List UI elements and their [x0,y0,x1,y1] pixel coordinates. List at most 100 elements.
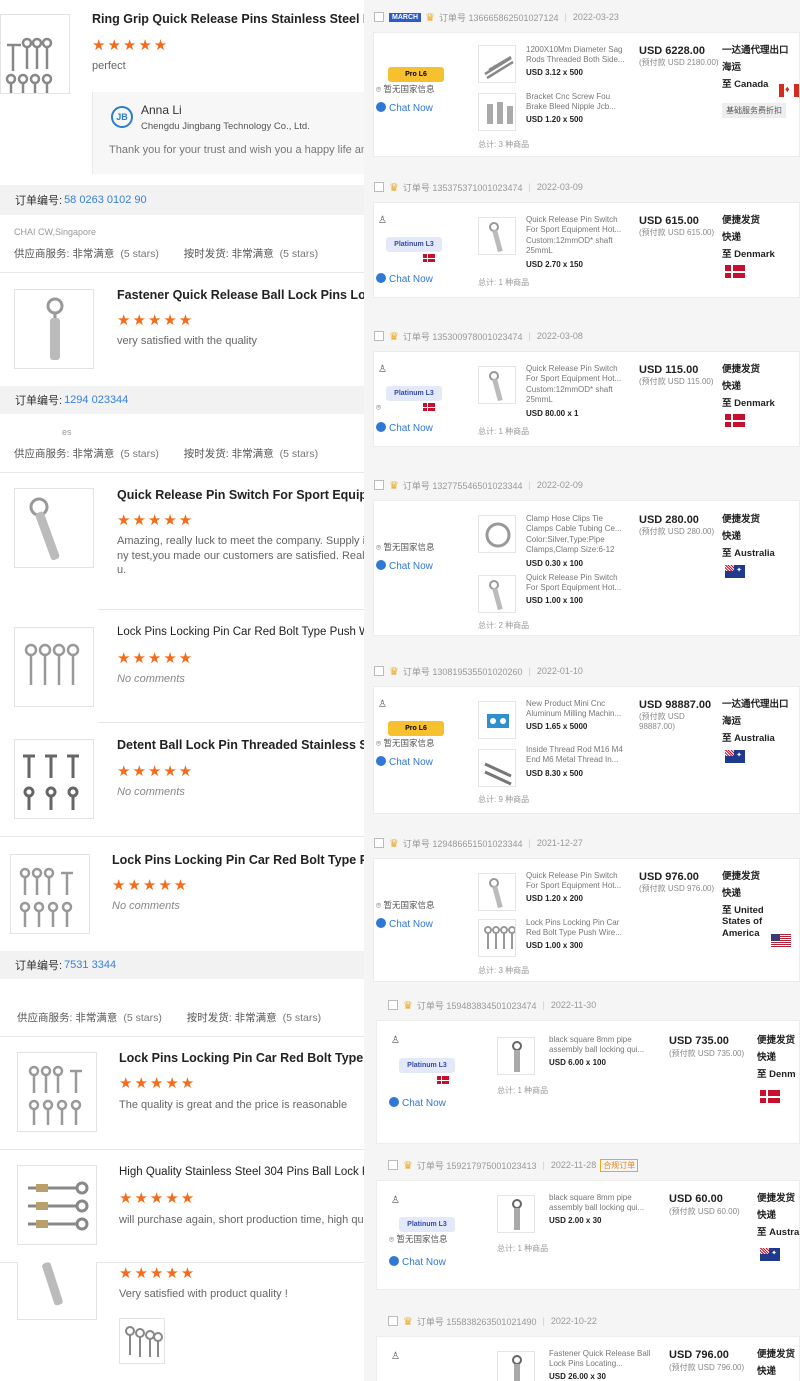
review-product-title[interactable]: High Quality Stainless Steel 304 Pins Ba… [119,1166,364,1178]
order-checkbox[interactable] [388,1000,398,1010]
review-product-title[interactable]: Lock Pins Locking Pin Car Red Bolt Type … [117,626,364,638]
order-header: ♛ 订单号 129486651501023344 | 2021-12-27 [364,828,800,858]
chat-now-link[interactable]: Chat Now [389,1097,446,1109]
item-image[interactable] [478,919,516,957]
rating-stars: ★★★★★ [119,1075,197,1092]
item-name[interactable]: Quick Release Pin Switch For Sport Equip… [526,364,628,384]
item-name[interactable]: Lock Pins Locking Pin Car Red Bolt Type … [526,918,628,938]
product-thumbnail[interactable] [17,1165,97,1245]
order-number[interactable]: 订单号 155838263501021490 [417,1315,537,1328]
buyer-location: CHAI CW,Singapore [14,227,97,237]
service-fee-discount-button[interactable]: 基础服务费折扣 [722,103,786,118]
user-icon: ♙ [391,1035,400,1046]
chat-now-link[interactable]: Chat Now [389,1256,446,1268]
order-number-link[interactable]: 7531 3344 [64,959,116,971]
review-product-title[interactable]: Lock Pins Locking Pin Car Red Bolt Type … [119,1051,364,1065]
review-product-title[interactable]: Ring Grip Quick Release Pins Stainless S… [92,12,364,26]
item-image[interactable] [497,1351,535,1381]
item-name[interactable]: Quick Release Pin Switch For Sport Equip… [526,871,628,891]
item-image[interactable] [478,873,516,911]
order-number[interactable]: 订单号 136665862501027124 [439,11,559,24]
item-image[interactable] [478,749,516,787]
order-header: MARCH ♛ 订单号 136665862501027124 | 2022-03-… [364,2,800,32]
lock-pins-image [19,867,73,927]
item-name[interactable]: black square 8mm pipe assembly ball lock… [549,1193,659,1213]
item-name[interactable]: Fastener Quick Release Ball Lock Pins Lo… [549,1349,659,1369]
lock-pins-image [28,1065,82,1125]
quick-release-pin-image [42,1262,63,1306]
product-thumbnail[interactable] [14,488,94,568]
order-number[interactable]: 订单号 159483834501023474 [417,999,537,1012]
item-name[interactable]: Quick Release Pin Switch For Sport Equip… [526,215,628,235]
user-icon: ♙ [391,1351,400,1362]
item-name[interactable]: black square 8mm pipe assembly ball lock… [549,1035,659,1055]
product-thumbnail[interactable] [10,854,90,934]
item-image[interactable] [478,217,516,255]
item-image[interactable] [478,93,516,131]
order-number[interactable]: 订单号 132775546501023344 [403,479,523,492]
detent-pins-image [23,754,79,810]
crown-icon: ♛ [389,330,399,343]
order-date: 2022-11-28 [550,1160,597,1170]
item-name[interactable]: Clamp Hose Clips Tie Clamps Cable Tubing… [526,514,628,534]
order-checkbox[interactable] [388,1316,398,1326]
item-image[interactable] [478,515,516,553]
crown-icon: ♛ [389,837,399,850]
order-checkbox[interactable] [374,331,384,341]
quick-release-pin-image [489,580,503,611]
denmark-flag-icon [423,403,435,411]
item-name[interactable]: Inside Thread Rod M16 M4 End M6 Metal Th… [526,745,628,765]
review-product-title[interactable]: Quick Release Pin Switch For Sport Equip… [117,488,364,502]
rating-summary: 供应商服务: 非常满意 (5 stars) 按时发货: 非常满意 (5 stars) [14,248,319,260]
chat-now-link[interactable]: Chat Now [376,273,433,285]
product-thumbnail[interactable] [17,1052,97,1132]
item-name[interactable]: 1200X10Mm Diameter Sag Rods Threaded Bot… [526,45,628,65]
chat-now-link[interactable]: Chat Now [376,918,433,930]
product-thumbnail[interactable] [0,14,70,94]
order-number-link[interactable]: 1294 023344 [64,394,128,406]
location-pin-icon: ⌾ [389,1234,395,1244]
order-card: ⌾ 暂无国家信息 Chat Now Clamp Hose Clips Tie C… [373,500,800,636]
item-image[interactable] [478,45,516,83]
chat-now-link[interactable]: Chat Now [376,756,433,768]
divider [0,272,364,273]
order-number-link[interactable]: 58 0263 0102 90 [64,194,147,206]
order-number[interactable]: 订单号 135375371001023474 [403,181,523,194]
order-number[interactable]: 订单号 129486651501023344 [403,837,523,850]
item-name[interactable]: New Product Mini Cnc Aluminum Milling Ma… [526,699,628,719]
chat-now-link[interactable]: Chat Now [376,422,433,434]
order-checkbox[interactable] [388,1160,398,1170]
order-checkbox[interactable] [374,182,384,192]
chat-now-link[interactable]: Chat Now [376,102,433,114]
item-image[interactable] [497,1037,535,1075]
product-thumbnail[interactable] [14,627,94,707]
review-product-title[interactable]: Fastener Quick Release Ball Lock Pins Lo… [117,288,364,302]
order-checkbox[interactable] [374,12,384,22]
denmark-flag-icon [725,414,745,427]
shipping-info: 一达通代理出口 海运至 Australia [722,699,789,744]
review-product-title[interactable]: Detent Ball Lock Pin Threaded Stainless … [117,738,364,752]
prepayment: (预付款 USD 796.00) [669,1363,745,1372]
review-product-title[interactable]: Lock Pins Locking Pin Car Red Bolt Type … [112,853,364,867]
product-thumbnail[interactable] [14,739,94,819]
item-image[interactable] [497,1195,535,1233]
product-thumbnail[interactable] [14,289,94,369]
item-name[interactable]: Quick Release Pin Switch For Sport Equip… [526,573,628,593]
item-image[interactable] [478,701,516,739]
order-number[interactable]: 订单号 159217975001023413 [417,1159,537,1172]
pins-photo-image [125,1326,163,1357]
item-image[interactable] [478,575,516,613]
location-pin-icon: ⌾ [376,402,382,412]
order-checkbox[interactable] [374,480,384,490]
order-date: 2022-01-10 [536,666,583,676]
order-number[interactable]: 订单号 135300978001023474 [403,330,523,343]
item-name[interactable]: Bracket Cnc Screw Fou Brake Bleed Nipple… [526,92,628,112]
order-number[interactable]: 订单号 130819535501020260 [403,665,523,678]
product-thumbnail[interactable] [17,1262,97,1320]
chat-now-link[interactable]: Chat Now [376,560,433,572]
order-checkbox[interactable] [374,666,384,676]
review-comment: perfect [92,60,126,72]
order-checkbox[interactable] [374,838,384,848]
item-image[interactable] [478,366,516,404]
review-photo[interactable] [119,1318,165,1364]
